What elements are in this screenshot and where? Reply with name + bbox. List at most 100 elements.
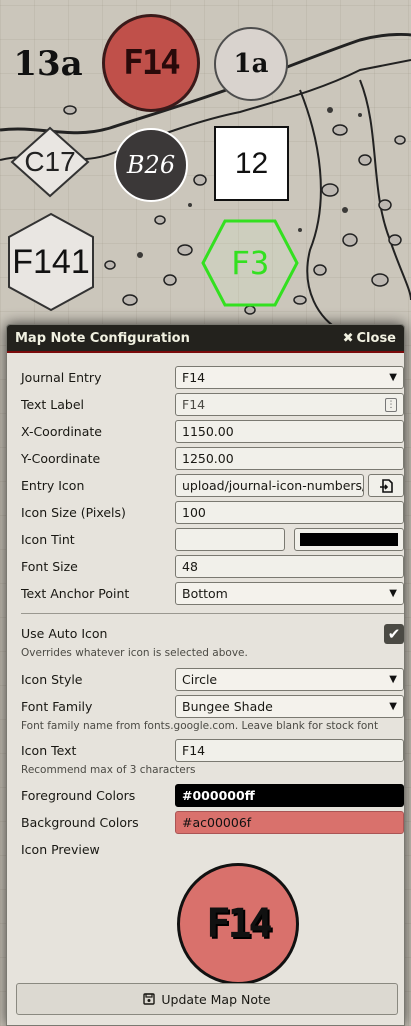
update-map-note-button[interactable]: Update Map Note <box>16 983 398 1015</box>
row-entry-icon: Entry Icon upload/journal-icon-numbers/ <box>14 472 404 499</box>
icon-text-input[interactable]: F14 <box>175 739 404 762</box>
map-note-f3[interactable]: F3 <box>200 218 300 308</box>
map-note-b26[interactable]: B26 <box>114 128 188 202</box>
icon-tint-color-picker[interactable] <box>294 528 404 551</box>
row-x-coordinate: X-Coordinate 1150.00 <box>14 418 404 445</box>
dialog-title: Map Note Configuration <box>15 330 190 346</box>
icon-preview-text: F14 <box>206 901 272 947</box>
text-label-input[interactable]: F14 ⋮ <box>175 393 404 416</box>
text-anchor-value: Bottom <box>182 586 228 601</box>
map-note-1a[interactable]: 1a <box>214 27 288 101</box>
chevron-down-icon: ▼ <box>389 701 397 712</box>
row-icon-preview: Icon Preview <box>14 836 397 863</box>
icon-style-value: Circle <box>182 672 218 687</box>
file-import-icon <box>380 478 393 493</box>
font-family-value: Bungee Shade <box>182 699 273 714</box>
row-font-family: Font Family Bungee Shade ▼ <box>14 693 404 720</box>
font-size-input[interactable]: 48 <box>175 555 404 578</box>
row-text-anchor: Text Anchor Point Bottom ▼ <box>14 580 404 607</box>
text-label-label: Text Label <box>21 397 84 412</box>
row-icon-text: Icon Text F14 <box>14 737 404 764</box>
icon-tint-label: Icon Tint <box>21 532 75 547</box>
row-background-colors: Background Colors #ac00006f <box>14 809 404 836</box>
map-note-12-label: 12 <box>234 146 269 180</box>
save-icon <box>143 993 156 1005</box>
row-icon-tint: Icon Tint <box>14 526 404 553</box>
journal-entry-select[interactable]: F14 ▼ <box>175 366 404 389</box>
x-coordinate-input[interactable]: 1150.00 <box>175 420 404 443</box>
map-note-f14[interactable]: F14 <box>102 14 200 112</box>
row-y-coordinate: Y-Coordinate 1250.00 <box>14 445 404 472</box>
row-icon-style: Icon Style Circle ▼ <box>14 666 404 693</box>
icon-size-label: Icon Size (Pixels) <box>21 505 126 520</box>
map-note-f14-label: F14 <box>123 43 180 83</box>
background-colors-value: #ac00006f <box>182 815 252 830</box>
map-note-f141[interactable]: F141 <box>6 212 96 312</box>
background-colors-label: Background Colors <box>21 815 139 830</box>
foreground-colors-input[interactable]: #000000ff <box>175 784 404 807</box>
close-label: Close <box>356 330 396 346</box>
text-label-value: F14 <box>182 397 206 412</box>
row-foreground-colors: Foreground Colors #000000ff <box>14 782 404 809</box>
row-text-label: Text Label F14 ⋮ <box>14 391 404 418</box>
icon-size-input[interactable]: 100 <box>175 501 404 524</box>
font-family-note: Font family name from fonts.google.com. … <box>21 720 379 732</box>
map-note-c17-label: C17 <box>24 146 76 177</box>
x-coordinate-value: 1150.00 <box>182 424 234 439</box>
chevron-down-icon: ▼ <box>389 372 397 383</box>
font-family-label: Font Family <box>21 699 93 714</box>
file-picker-button[interactable] <box>368 474 404 497</box>
y-coordinate-value: 1250.00 <box>182 451 234 466</box>
map-note-f3-label: F3 <box>230 244 270 282</box>
dialog-body: Journal Entry F14 ▼ Text Label F14 ⋮ X-C… <box>7 353 404 1015</box>
row-use-auto-icon: Use Auto Icon ✔ <box>14 620 404 647</box>
use-auto-icon-label: Use Auto Icon <box>21 626 108 641</box>
map-note-13a-label: 13a <box>13 44 83 84</box>
x-coordinate-label: X-Coordinate <box>21 424 102 439</box>
icon-style-label: Icon Style <box>21 672 83 687</box>
y-coordinate-input[interactable]: 1250.00 <box>175 447 404 470</box>
row-icon-size: Icon Size (Pixels) 100 <box>14 499 404 526</box>
map-note-b26-label: B26 <box>126 151 176 179</box>
close-button[interactable]: ✖ Close <box>343 331 396 346</box>
icon-preview-circle: F14 <box>177 863 299 985</box>
icon-text-note: Recommend max of 3 characters <box>21 764 196 776</box>
icon-preview-area: F14 <box>14 863 397 989</box>
font-family-select[interactable]: Bungee Shade ▼ <box>175 695 404 718</box>
dialog-header[interactable]: Map Note Configuration ✖ Close <box>7 325 404 353</box>
font-size-value: 48 <box>182 559 198 574</box>
divider <box>21 613 404 614</box>
journal-entry-value: F14 <box>182 370 206 385</box>
times-icon: ✖ <box>342 330 354 346</box>
map-note-12[interactable]: 12 <box>214 126 289 201</box>
chevron-down-icon: ▼ <box>389 674 397 685</box>
icon-tint-input[interactable] <box>175 528 285 551</box>
font-size-label: Font Size <box>21 559 78 574</box>
icon-style-select[interactable]: Circle ▼ <box>175 668 404 691</box>
icon-text-label: Icon Text <box>21 743 77 758</box>
password-manager-icon[interactable]: ⋮ <box>385 397 397 412</box>
row-font-size: Font Size 48 <box>14 553 404 580</box>
map-note-c17[interactable]: C17 <box>10 126 90 198</box>
map-note-config-dialog: Map Note Configuration ✖ Close Journal E… <box>6 324 405 1026</box>
entry-icon-input[interactable]: upload/journal-icon-numbers/ <box>175 474 364 497</box>
background-colors-input[interactable]: #ac00006f <box>175 811 404 834</box>
journal-entry-label: Journal Entry <box>21 370 102 385</box>
y-coordinate-label: Y-Coordinate <box>21 451 101 466</box>
use-auto-icon-checkbox[interactable]: ✔ <box>384 623 404 644</box>
icon-size-value: 100 <box>182 505 206 520</box>
foreground-colors-value: #000000ff <box>182 788 255 803</box>
entry-icon-label: Entry Icon <box>21 478 85 493</box>
row-journal-entry: Journal Entry F14 ▼ <box>14 364 404 391</box>
text-anchor-select[interactable]: Bottom ▼ <box>175 582 404 605</box>
map-note-1a-label: 1a <box>233 49 269 79</box>
map-note-f141-label: F141 <box>12 242 90 281</box>
use-auto-icon-note: Overrides whatever icon is selected abov… <box>21 647 248 659</box>
update-map-note-label: Update Map Note <box>161 991 271 1007</box>
map-note-13a[interactable]: 13a <box>8 38 88 90</box>
icon-preview-label: Icon Preview <box>21 842 100 857</box>
text-anchor-label: Text Anchor Point <box>21 586 130 601</box>
foreground-colors-label: Foreground Colors <box>21 788 136 803</box>
chevron-down-icon: ▼ <box>389 588 397 599</box>
icon-tint-swatch <box>300 533 398 546</box>
